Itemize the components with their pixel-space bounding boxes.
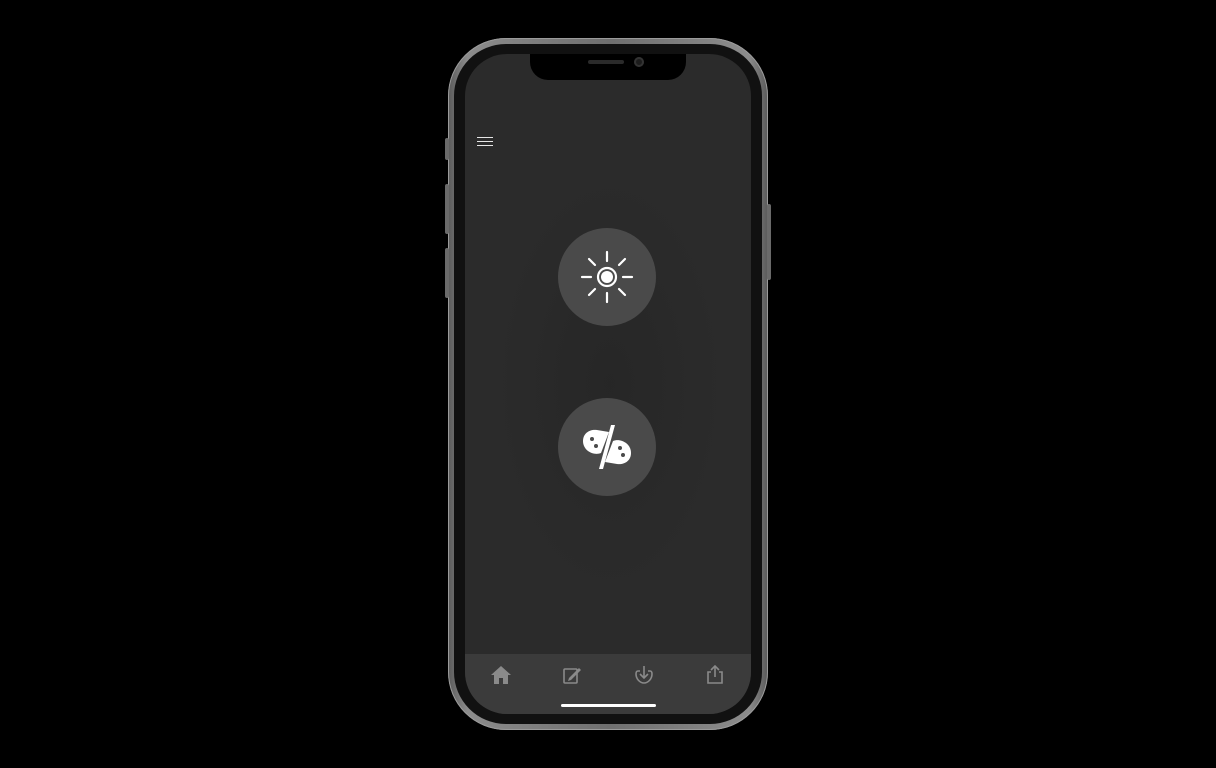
notch: [530, 54, 686, 80]
phone-frame: [445, 38, 771, 730]
volume-down-button: [445, 248, 449, 298]
app-screen: [465, 54, 751, 714]
tab-home[interactable]: [489, 664, 513, 686]
front-camera: [634, 57, 644, 67]
brightness-button[interactable]: [558, 228, 656, 326]
mute-switch: [445, 138, 449, 160]
bottom-tab-bar: [465, 654, 751, 714]
share-icon: [707, 665, 724, 684]
volume-up-button: [445, 184, 449, 234]
brightness-sun-icon: [580, 250, 634, 304]
hamburger-menu-icon[interactable]: [477, 134, 493, 148]
power-button: [767, 204, 771, 280]
edit-icon: [563, 668, 582, 684]
swap-button[interactable]: [558, 398, 656, 496]
home-indicator: [561, 704, 656, 707]
tab-share[interactable]: [703, 664, 727, 686]
download-icon: [634, 666, 653, 684]
tab-edit[interactable]: [560, 664, 584, 686]
device-stage: [0, 0, 1216, 768]
home-icon: [490, 666, 511, 684]
swap-shapes-icon: [583, 425, 631, 469]
earpiece-speaker: [588, 60, 624, 64]
tab-download[interactable]: [632, 664, 656, 686]
